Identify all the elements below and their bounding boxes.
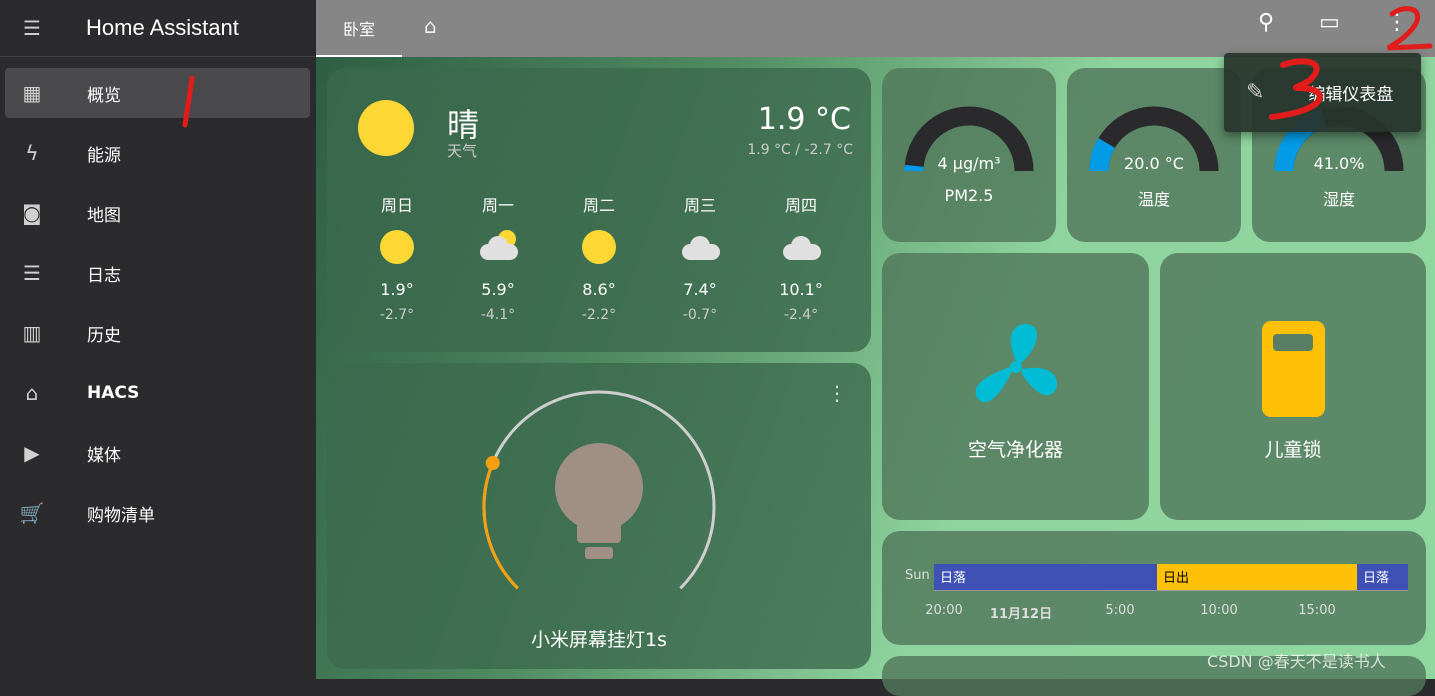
forecast-day: 周日 1.9° -2.7° xyxy=(357,192,437,323)
forecast-day: 周三 7.4° -0.7° xyxy=(660,192,740,323)
forecast-high: 5.9° xyxy=(458,280,538,299)
forecast-high: 10.1° xyxy=(761,280,841,299)
forecast-low: -4.1° xyxy=(458,307,538,323)
weather-range: 1.9 °C / -2.7 °C xyxy=(747,142,853,158)
gauge-value: 20.0 °C xyxy=(1067,154,1241,173)
forecast-day-label: 周三 xyxy=(660,192,740,216)
gauge-card[interactable]: 20.0 °C 温度 xyxy=(1067,68,1241,242)
search-icon[interactable]: ⚲ xyxy=(1258,10,1274,35)
home-heart-icon[interactable]: ⌂ xyxy=(424,14,437,38)
list-icon: ☰ xyxy=(5,261,59,285)
timeline-tick: 20:00 xyxy=(904,603,984,618)
fan-icon xyxy=(966,319,1066,419)
gauge-value: 41.0% xyxy=(1252,154,1426,173)
tab-bedroom[interactable]: 卧室 xyxy=(316,0,402,57)
sidebar-item-5[interactable]: ⌂ HACS xyxy=(5,368,310,418)
gauge-name: PM2.5 xyxy=(882,186,1056,205)
forecast-day: 周二 8.6° -2.2° xyxy=(559,192,639,323)
tile-name: 儿童锁 xyxy=(1160,435,1426,462)
top-bar: 卧室 ⌂ ⚲ ▭ ⋮ xyxy=(316,0,1435,57)
sidebar-item-3[interactable]: ☰ 日志 xyxy=(5,248,310,298)
sun-history-card[interactable]: Sun 日落 日出 日落 20:0011月12日 5:00 10:00 15:00 xyxy=(882,531,1426,645)
forecast-high: 7.4° xyxy=(660,280,740,299)
pencil-icon: ✎ xyxy=(1246,80,1264,105)
timeline-segment[interactable]: 日落 xyxy=(1357,564,1408,590)
timeline-segment[interactable]: 日出 xyxy=(1157,564,1357,590)
child-lock-tile[interactable]: 儿童锁 xyxy=(1160,253,1426,520)
sidebar-item-label: 媒体 xyxy=(87,441,121,466)
sidebar-item-0[interactable]: ▦ 概览 xyxy=(5,68,310,118)
forecast-low: -2.7° xyxy=(357,307,437,323)
sidebar-item-1[interactable]: ϟ 能源 xyxy=(5,128,310,178)
forecast-low: -0.7° xyxy=(660,307,740,323)
forecast-day-label: 周日 xyxy=(357,192,437,216)
forecast-high: 1.9° xyxy=(357,280,437,299)
sidebar-item-label: 地图 xyxy=(87,201,121,226)
app-title: Home Assistant xyxy=(86,15,239,41)
play-box-icon: ▶ xyxy=(5,441,59,465)
sidebar-item-label: 日志 xyxy=(87,261,121,286)
timeline-segment[interactable]: 日落 xyxy=(934,564,1157,590)
lightning-icon: ϟ xyxy=(5,141,59,165)
sidebar-item-label: HACS xyxy=(87,383,139,403)
timeline-tick: 10:00 xyxy=(1179,603,1259,618)
more-vert-icon[interactable]: ⋮ xyxy=(1386,10,1408,35)
weather-card[interactable]: 晴 天气 1.9 °C 1.9 °C / -2.7 °C 周日 1.9° -2.… xyxy=(327,68,871,352)
gauge-value: 4 μg/m³ xyxy=(882,154,1056,173)
timeline-row-label: Sun xyxy=(905,568,930,583)
sidebar-item-label: 概览 xyxy=(87,81,121,106)
sidebar-item-7[interactable]: 🛒 购物清单 xyxy=(5,488,310,538)
edit-dashboard-label: 编辑仪表盘 xyxy=(1308,80,1393,105)
cloudy-icon xyxy=(761,230,841,264)
hacs-store-icon: ⌂ xyxy=(5,381,59,405)
brightness-fill xyxy=(484,463,518,588)
sidebar-item-2[interactable]: ◙ 地图 xyxy=(5,188,310,238)
sidebar: ☰ Home Assistant ▦ 概览 ϟ 能源 ◙ 地图 ☰ 日志 ▥ 历史 ⌂ HACS ▶ 媒体… xyxy=(0,0,316,679)
timeline-tick: 5:00 xyxy=(1080,603,1160,618)
cloudy-icon xyxy=(660,230,740,264)
lock-device-icon xyxy=(1262,321,1325,417)
edit-dashboard-menu-item[interactable]: ✎ 编辑仪表盘 xyxy=(1224,53,1421,132)
weather-temp: 1.9 °C xyxy=(758,102,851,137)
sidebar-item-label: 购物清单 xyxy=(87,501,155,526)
light-name: 小米屏幕挂灯1s xyxy=(327,625,871,652)
dashboard-icon: ▦ xyxy=(5,81,59,105)
forecast-day-label: 周一 xyxy=(458,192,538,216)
forecast-low: -2.2° xyxy=(559,307,639,323)
weather-name: 天气 xyxy=(447,140,477,161)
partly-cloudy-icon xyxy=(458,230,538,264)
timeline-bar: 日落 日出 日落 xyxy=(934,564,1408,591)
gauge-card[interactable]: 4 μg/m³ PM2.5 xyxy=(882,68,1056,242)
sunny-icon xyxy=(358,100,414,156)
gauge-name: 温度 xyxy=(1067,186,1241,210)
light-card[interactable]: ⋮ 小米屏幕挂灯1s xyxy=(327,363,871,669)
brightness-handle xyxy=(486,456,500,470)
assist-chat-icon[interactable]: ▭ xyxy=(1319,10,1340,35)
chart-icon: ▥ xyxy=(5,321,59,345)
tile-name: 空气净化器 xyxy=(882,435,1149,462)
map-account-icon: ◙ xyxy=(5,201,59,225)
forecast-high: 8.6° xyxy=(559,280,639,299)
sidebar-item-label: 历史 xyxy=(87,321,121,346)
forecast-day-label: 周四 xyxy=(761,192,841,216)
brightness-slider[interactable] xyxy=(327,363,871,613)
forecast-low: -2.4° xyxy=(761,307,841,323)
forecast-day-label: 周二 xyxy=(559,192,639,216)
watermark: CSDN @春天不是读书人 xyxy=(1207,648,1386,672)
gauge-name: 湿度 xyxy=(1252,186,1426,210)
air-purifier-tile[interactable]: 空气净化器 xyxy=(882,253,1149,520)
sidebar-item-label: 能源 xyxy=(87,141,121,166)
sidebar-item-4[interactable]: ▥ 历史 xyxy=(5,308,310,358)
sunny-icon xyxy=(559,230,639,264)
sunny-icon xyxy=(357,230,437,264)
menu-collapse-icon[interactable]: ☰ xyxy=(0,16,64,40)
cart-icon: 🛒 xyxy=(5,501,59,525)
sidebar-item-6[interactable]: ▶ 媒体 xyxy=(5,428,310,478)
timeline-tick: 15:00 xyxy=(1277,603,1357,618)
lightbulb-icon xyxy=(555,443,643,559)
timeline-tick: 11月12日 xyxy=(981,603,1061,622)
forecast-day: 周四 10.1° -2.4° xyxy=(761,192,841,323)
forecast-day: 周一 5.9° -4.1° xyxy=(458,192,538,323)
